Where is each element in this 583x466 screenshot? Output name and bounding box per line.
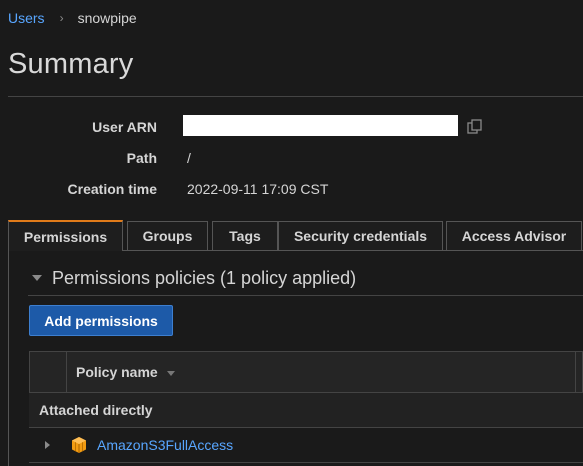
creation-time-value: 2022-09-11 17:09 CST [187, 181, 329, 197]
group-row-attached-directly: Attached directly [29, 393, 583, 428]
creation-time-label: Creation time [67, 181, 157, 197]
expand-icon[interactable] [45, 441, 50, 449]
breadcrumb-users-link[interactable]: Users [8, 10, 45, 26]
user-arn-label: User ARN [92, 119, 157, 135]
policy-name-link[interactable]: AmazonS3FullAccess [97, 437, 233, 453]
tab-groups[interactable]: Groups [127, 221, 208, 250]
tab-tags[interactable]: Tags [212, 221, 278, 250]
permissions-policies-header[interactable]: Permissions policies (1 policy applied) [32, 266, 356, 290]
table-row: AmazonS3FullAccess [29, 428, 583, 463]
path-label: Path [126, 150, 157, 166]
table-header: Policy name [29, 351, 583, 393]
breadcrumb: Users › snowpipe [8, 8, 137, 28]
breadcrumb-current: snowpipe [77, 10, 137, 26]
add-permissions-button[interactable]: Add permissions [29, 305, 173, 336]
tab-permissions[interactable]: Permissions [8, 220, 123, 251]
policy-name-column-header[interactable]: Policy name [76, 352, 175, 392]
column-label: Policy name [76, 364, 158, 380]
tab-access-advisor[interactable]: Access Advisor [446, 221, 582, 250]
tab-underline [123, 250, 583, 251]
page-title: Summary [8, 48, 134, 80]
copy-icon[interactable] [466, 118, 484, 136]
aws-cube-icon [72, 437, 86, 453]
tab-security-credentials[interactable]: Security credentials [278, 221, 443, 250]
section-title: Permissions policies (1 policy applied) [52, 267, 357, 288]
policies-table: Policy name Attached directly AmazonS3Fu… [29, 351, 583, 466]
column-divider [575, 352, 576, 392]
sort-icon[interactable] [166, 370, 175, 376]
panel-border [8, 250, 9, 466]
path-value: / [187, 150, 191, 166]
title-divider [8, 96, 583, 97]
select-column [30, 352, 67, 392]
caret-down-icon [32, 275, 42, 281]
section-divider [28, 295, 583, 296]
user-arn-value [183, 115, 458, 136]
tab-bar: Permissions Groups Tags Security credent… [8, 220, 583, 251]
chevron-right-icon: › [59, 11, 64, 25]
